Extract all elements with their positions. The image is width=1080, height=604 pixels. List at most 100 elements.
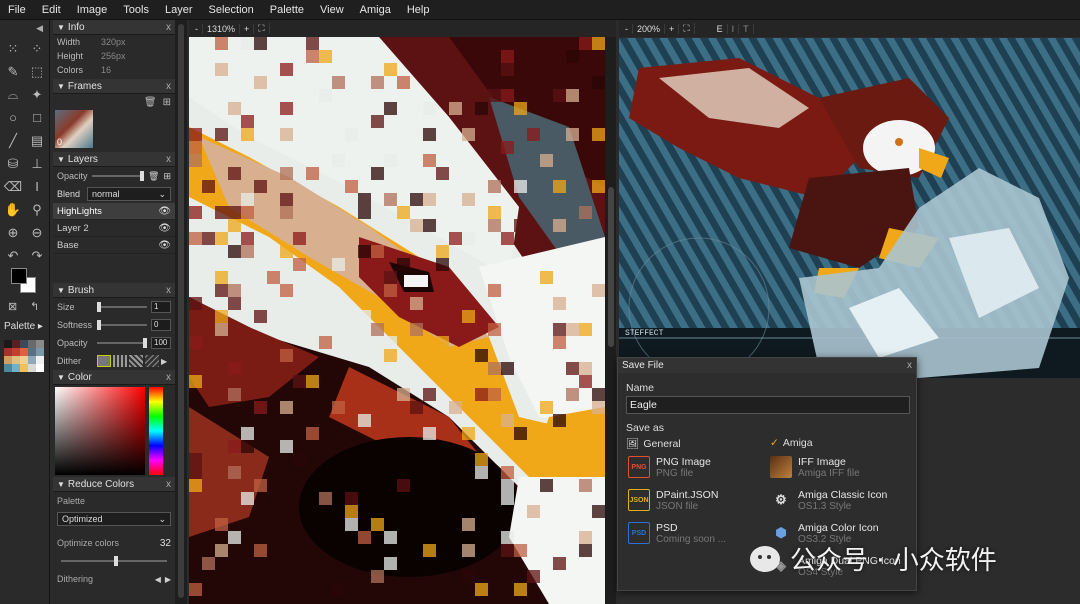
menu-help[interactable]: Help — [399, 4, 438, 16]
zoomed-canvas-scrollbar[interactable] — [606, 37, 616, 604]
trash-icon[interactable]: 🗑 — [144, 97, 157, 108]
menu-edit[interactable]: Edit — [34, 4, 69, 16]
select-rect-icon[interactable]: ⬚ — [26, 61, 48, 82]
fit-view-icon[interactable]: ⛶ — [679, 23, 695, 34]
palette-swatch[interactable] — [12, 356, 20, 364]
brush-dots-icon[interactable]: ⁙ — [2, 38, 24, 59]
eye-icon[interactable]: 👁 — [158, 206, 171, 217]
undo-icon[interactable]: ↶ — [2, 245, 24, 266]
menu-layer[interactable]: Layer — [157, 4, 201, 16]
magic-wand-icon[interactable]: ✦ — [26, 84, 48, 105]
blend-select[interactable]: normal ⌄ — [87, 187, 171, 201]
pixel-art-preview[interactable]: STEFFECT — [619, 38, 1080, 378]
close-icon[interactable]: x — [166, 479, 171, 490]
palette-swatch[interactable] — [4, 340, 12, 348]
view-e-button[interactable]: E — [713, 23, 728, 34]
frames-panel-header[interactable]: ▼ Frames x — [53, 79, 175, 94]
reduce-colors-header[interactable]: ▼ Reduce Colors x — [53, 477, 175, 492]
palette-swatch[interactable] — [12, 340, 20, 348]
close-icon[interactable]: x — [166, 22, 171, 33]
info-panel-header[interactable]: ▼ Info x — [53, 20, 175, 35]
reset-colors-icon[interactable]: ↰ — [30, 300, 39, 313]
add-frame-icon[interactable]: ⊞ — [163, 97, 171, 108]
eye-icon[interactable]: 👁 — [158, 240, 171, 251]
softness-slider[interactable] — [97, 320, 147, 330]
fit-view-icon[interactable]: ⛶ — [254, 23, 270, 34]
zoom-out-icon[interactable]: ⊖ — [26, 222, 48, 243]
layer-row[interactable]: Layer 2 👁 — [53, 220, 175, 237]
palette-swatch[interactable] — [20, 340, 28, 348]
panels-scrollbar[interactable] — [175, 20, 187, 604]
hand-icon[interactable]: ✋ — [2, 199, 24, 220]
zoom-out-button[interactable]: - — [191, 23, 203, 34]
palette-swatch[interactable] — [36, 364, 44, 372]
zoom-out-button[interactable]: - — [621, 23, 633, 34]
zoom-in-icon[interactable]: ⊕ — [2, 222, 24, 243]
dither-sparse-option[interactable] — [145, 355, 159, 367]
palette-swatch[interactable] — [36, 348, 44, 356]
palette-swatch[interactable] — [28, 348, 36, 356]
menu-amiga[interactable]: Amiga — [352, 4, 399, 16]
menu-image[interactable]: Image — [69, 4, 116, 16]
menu-file[interactable]: File — [0, 4, 34, 16]
add-layer-icon[interactable]: ⊞ — [163, 171, 171, 182]
chevron-right-icon[interactable]: ▶ — [165, 575, 171, 584]
hue-slider[interactable] — [149, 387, 163, 475]
palette-swatch[interactable] — [20, 348, 28, 356]
menu-selection[interactable]: Selection — [201, 4, 262, 16]
brush-grid-icon[interactable]: ⁘ — [26, 38, 48, 59]
layer-row[interactable]: HighLights 👁 — [53, 203, 175, 220]
fill-bucket-icon[interactable]: ⛁ — [2, 153, 24, 174]
size-input[interactable]: 1 — [151, 301, 171, 313]
brush-panel-header[interactable]: ▼ Brush x — [53, 283, 175, 298]
lasso-icon[interactable]: ⌓ — [2, 84, 24, 105]
gradient-icon[interactable]: ▤ — [26, 130, 48, 151]
palette-swatch[interactable] — [4, 348, 12, 356]
format-classic-icon-option[interactable]: ⚙ Amiga Classic Icon OS1.3 Style — [770, 489, 887, 513]
format-png-option[interactable]: PNG PNG Image PNG file — [628, 456, 711, 480]
size-slider[interactable] — [97, 302, 147, 312]
palette-swatch[interactable] — [4, 364, 12, 372]
palette-swatch[interactable] — [12, 348, 20, 356]
chevron-left-icon[interactable]: ◀ — [155, 575, 161, 584]
palette-swatch[interactable] — [36, 340, 44, 348]
dither-grid-option[interactable] — [113, 355, 127, 367]
close-icon[interactable]: x — [907, 360, 912, 371]
close-icon[interactable]: x — [166, 372, 171, 383]
dither-check-option[interactable] — [129, 355, 143, 367]
reduce-palette-select[interactable]: Optimized ⌄ — [57, 512, 171, 526]
square-icon[interactable]: □ — [26, 107, 48, 128]
layers-panel-header[interactable]: ▼ Layers x — [53, 152, 175, 167]
frame-thumbnail[interactable]: 0 — [55, 110, 93, 148]
format-psd-option[interactable]: PSD PSD Coming soon ... — [628, 522, 726, 546]
foreground-color-swatch[interactable] — [11, 268, 27, 284]
optimize-colors-slider[interactable] — [61, 556, 167, 566]
format-iff-option[interactable]: IFF Image Amiga IFF file — [770, 456, 860, 480]
zoom-in-button[interactable]: + — [240, 23, 255, 34]
brush-opacity-input[interactable]: 100 — [151, 337, 171, 349]
pixel-art-zoomed[interactable] — [189, 37, 605, 604]
palette-swatch[interactable] — [28, 356, 36, 364]
zoom-in-button[interactable]: + — [665, 23, 680, 34]
palette-swatch[interactable] — [12, 364, 20, 372]
palette-swatch[interactable] — [20, 356, 28, 364]
close-icon[interactable]: x — [166, 154, 171, 165]
palette-swatch[interactable] — [20, 364, 28, 372]
palette-swatch[interactable] — [36, 356, 44, 364]
close-icon[interactable]: x — [166, 81, 171, 92]
brush-opacity-slider[interactable] — [97, 338, 147, 348]
layer-row[interactable]: Base 👁 — [53, 237, 175, 254]
palette-toggle[interactable]: Palette ▸ — [4, 321, 43, 332]
filename-input[interactable] — [626, 396, 910, 414]
view-i-button[interactable]: I — [728, 23, 740, 34]
zoom-level[interactable]: 200% — [633, 23, 666, 34]
color-panel-header[interactable]: ▼ Color x — [53, 370, 175, 385]
color-picker-square[interactable] — [55, 387, 145, 475]
softness-input[interactable]: 0 — [151, 319, 171, 331]
eyedropper-icon[interactable]: ⚲ — [26, 199, 48, 220]
collapse-icon[interactable]: ◀ — [0, 20, 49, 36]
redo-icon[interactable]: ↷ — [26, 245, 48, 266]
eraser-icon[interactable]: ⌫ — [2, 176, 24, 197]
palette-swatch[interactable] — [4, 356, 12, 364]
palette-swatch[interactable] — [28, 364, 36, 372]
